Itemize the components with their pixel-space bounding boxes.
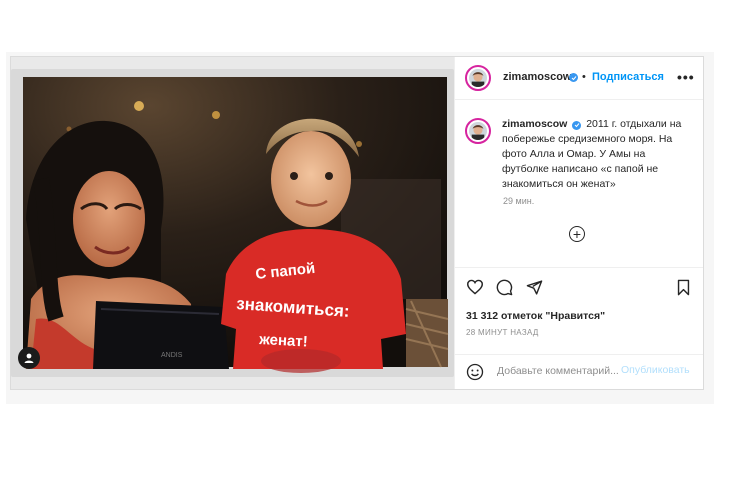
post-actions: 31 312 отметок "Нравится" 28 МИНУТ НАЗАД… <box>455 267 703 388</box>
heart-icon[interactable] <box>466 279 484 295</box>
user-tag-icon[interactable] <box>18 347 40 369</box>
share-icon[interactable] <box>526 279 543 296</box>
verified-badge-icon <box>569 73 578 82</box>
bookmark-icon[interactable] <box>676 279 691 296</box>
laptop-brand-text: ANDIS <box>161 352 183 359</box>
story-ring-icon[interactable] <box>465 118 491 144</box>
photo-image: ANDIS С папой знакомиться: женат! <box>11 69 454 377</box>
separator-dot: • <box>582 71 586 83</box>
photo-area: ANDIS С папой знакомиться: женат! <box>11 57 454 389</box>
avatar <box>469 122 487 140</box>
likes-count[interactable]: 31 312 отметок "Нравится" <box>466 310 605 322</box>
plus-circle-icon[interactable]: + <box>569 226 585 242</box>
verified-badge-icon <box>572 120 582 130</box>
post-caption: zimamoscow 2011 г. отдыхали на побережье… <box>502 117 694 192</box>
post-timestamp[interactable]: 28 МИНУТ НАЗАД <box>466 328 539 337</box>
instagram-post-card: ANDIS С папой знакомиться: женат! zimamo… <box>10 56 704 390</box>
comment-input[interactable] <box>497 364 621 378</box>
emoji-icon[interactable] <box>466 363 484 381</box>
shirt-text-line3: женат! <box>258 331 308 351</box>
avatar <box>469 69 487 87</box>
publish-button[interactable]: Опубликовать <box>621 364 690 376</box>
follow-button[interactable]: Подписаться <box>592 71 664 83</box>
comment-bar: Опубликовать <box>455 354 703 388</box>
story-ring-icon[interactable] <box>465 65 491 91</box>
header-username[interactable]: zimamoscow <box>503 71 571 83</box>
post-header: zimamoscow • Подписаться ••• <box>455 57 703 100</box>
more-options-icon[interactable]: ••• <box>677 69 695 85</box>
caption-username[interactable]: zimamoscow <box>502 118 567 130</box>
post-side-panel: zimamoscow • Подписаться ••• zimamoscow <box>454 57 703 389</box>
post-photo[interactable]: ANDIS С папой знакомиться: женат! <box>11 69 454 377</box>
comment-icon[interactable] <box>496 279 513 296</box>
caption-time: 29 мин. <box>503 196 535 206</box>
